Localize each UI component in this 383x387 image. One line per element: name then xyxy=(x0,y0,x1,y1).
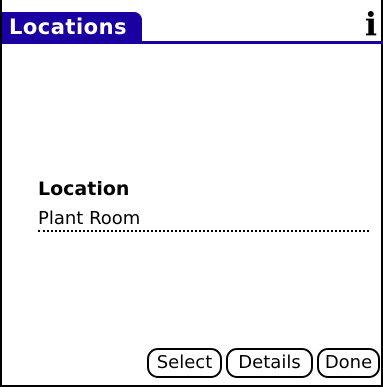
done-button[interactable]: Done xyxy=(317,348,380,378)
select-button[interactable]: Select xyxy=(147,348,222,378)
location-field[interactable]: Plant Room xyxy=(38,206,369,232)
details-button[interactable]: Details xyxy=(226,348,313,378)
app-window: Locations i Location Plant Room Select D… xyxy=(0,0,383,387)
title-rule xyxy=(2,41,383,44)
page-title: Locations xyxy=(9,15,128,39)
info-icon[interactable]: i xyxy=(359,8,383,40)
title-tab: Locations xyxy=(2,12,142,44)
title-bar: Locations xyxy=(2,0,383,44)
location-label: Location xyxy=(38,178,130,200)
